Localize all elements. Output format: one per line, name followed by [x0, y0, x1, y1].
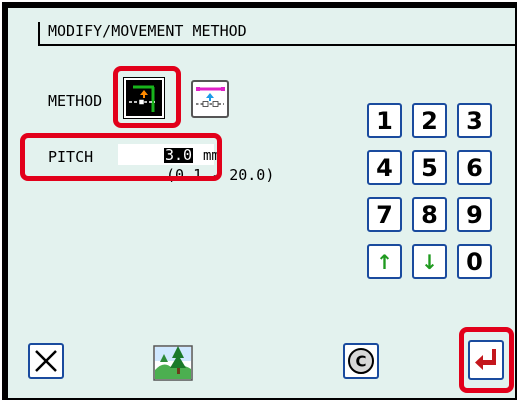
keypad-key-7[interactable]: 7 — [367, 197, 402, 232]
method-move-icon — [196, 87, 225, 107]
clear-button[interactable]: C — [343, 343, 379, 379]
method-highlight-frame — [113, 66, 181, 128]
keypad-key-9[interactable]: 9 — [457, 197, 492, 232]
keypad-key-4[interactable]: 4 — [367, 150, 402, 185]
clear-label: C — [355, 353, 366, 371]
keypad-key-0[interactable]: 0 — [457, 244, 492, 279]
clear-c-icon: C — [348, 348, 374, 374]
landscape-image-icon — [153, 345, 193, 381]
keypad-key-6[interactable]: 6 — [457, 150, 492, 185]
keypad-key-5[interactable]: 5 — [412, 150, 447, 185]
pitch-highlight-frame — [20, 133, 222, 181]
enter-highlight-frame — [459, 327, 514, 393]
keypad-down-arrow-button[interactable]: ↓ — [412, 244, 447, 279]
keypad-up-arrow-button[interactable]: ↑ — [367, 244, 402, 279]
keypad-key-2[interactable]: 2 — [412, 103, 447, 138]
image-button[interactable] — [152, 340, 194, 382]
method-label: METHOD — [48, 92, 103, 110]
keypad-key-3[interactable]: 3 — [457, 103, 492, 138]
keypad-key-1[interactable]: 1 — [367, 103, 402, 138]
page-title: MODIFY/MOVEMENT METHOD — [48, 22, 247, 40]
close-icon — [35, 350, 57, 372]
cancel-button[interactable] — [28, 343, 64, 379]
keypad-key-8[interactable]: 8 — [412, 197, 447, 232]
method-option-2-button[interactable] — [191, 80, 229, 118]
